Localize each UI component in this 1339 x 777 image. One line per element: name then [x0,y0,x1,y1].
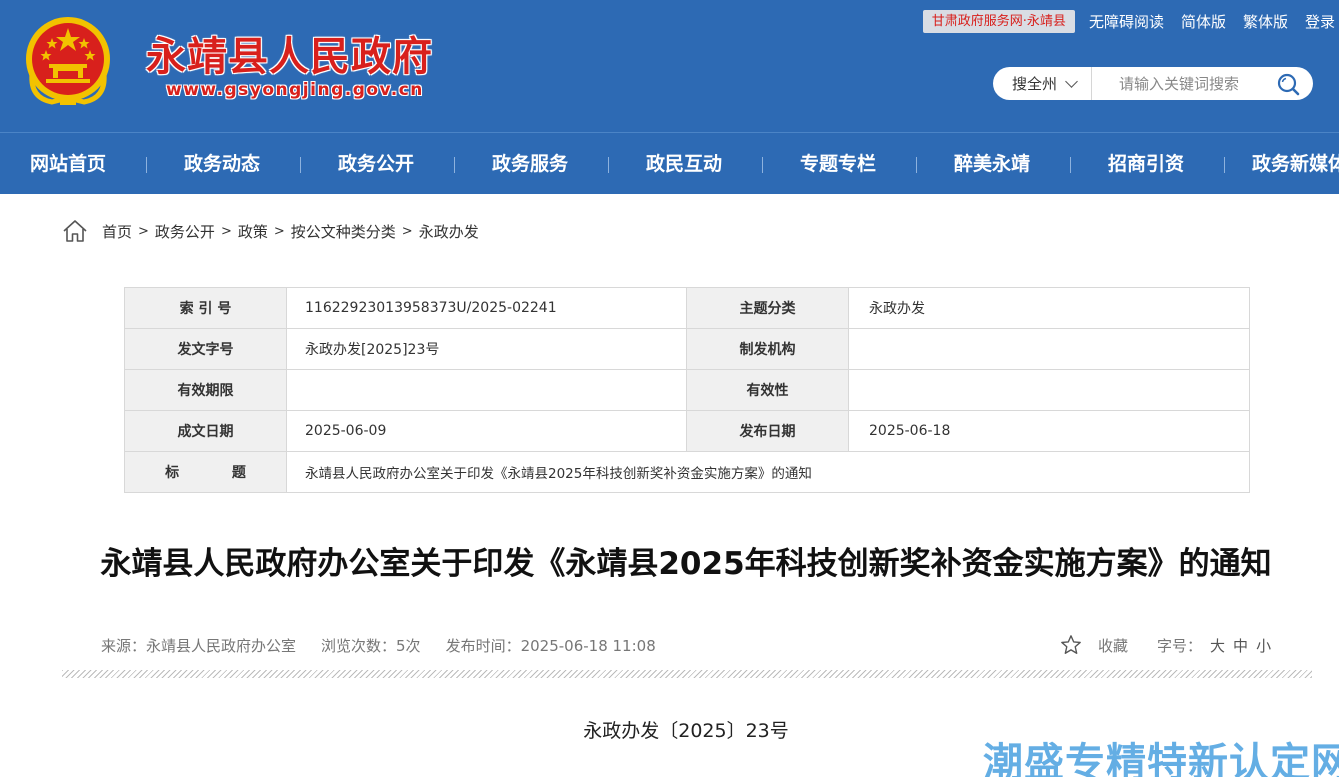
effectiveness-label: 有效性 [686,369,849,411]
written-date-label: 成文日期 [124,410,287,452]
table-row: 标 题 永靖县人民政府办公室关于印发《永靖县2025年科技创新奖补资金实施方案》… [124,451,1250,493]
table-row: 索 引 号 11622923013958373U/2025-02241 主题分类… [124,287,1250,329]
nav-interaction[interactable]: 政民互动 [646,133,722,195]
article-title: 永靖县人民政府办公室关于印发《永靖县2025年科技创新奖补资金实施方案》的通知 [100,546,1272,582]
publish-date-label: 发布日期 [686,410,849,452]
simplified-chinese-link[interactable]: 简体版 [1181,11,1226,32]
topic-value: 永政办发 [848,287,1250,329]
document-number-label: 发文字号 [124,328,287,370]
article-publish-time: 发布时间：2025-06-18 11:08 [445,636,656,655]
breadcrumb-disclosure[interactable]: 政务公开 [155,221,215,242]
nav-separator [300,157,301,173]
nav-home[interactable]: 网站首页 [30,133,106,195]
nav-separator [608,157,609,173]
breadcrumb-separator: > [138,223,149,239]
article-info-bar: 来源：永靖县人民政府办公室 浏览次数：5次 发布时间：2025-06-18 11… [101,633,681,657]
table-row: 发文字号 永政办发[2025]23号 制发机构 [124,328,1250,370]
index-number-label: 索 引 号 [124,287,287,329]
validity-period-value [286,369,687,411]
article-views: 浏览次数：5次 [321,636,421,655]
article-tools: 收藏 字号： 大 中 小 [1060,633,1271,657]
nav-separator [454,157,455,173]
watermark: 潮盛专精特新认定网 [983,740,1339,777]
star-icon[interactable] [1060,634,1082,656]
nav-separator [916,157,917,173]
main-nav: 网站首页 政务动态 政务公开 政务服务 政民互动 专题专栏 醉美永靖 招商引资 … [0,132,1339,194]
nav-news[interactable]: 政务动态 [184,133,260,195]
nav-separator [762,157,763,173]
font-size-large[interactable]: 大 [1210,635,1225,656]
nav-services[interactable]: 政务服务 [492,133,568,195]
site-title: 永靖县人民政府 [146,34,433,80]
nav-investment[interactable]: 招商引资 [1108,133,1184,195]
hatched-divider [62,670,1312,678]
nav-separator [1224,157,1225,173]
issuer-label: 制发机构 [686,328,849,370]
font-size-small[interactable]: 小 [1256,635,1271,656]
search-icon[interactable] [1276,72,1300,96]
breadcrumb-current[interactable]: 永政办发 [419,221,479,242]
title-value: 永靖县人民政府办公室关于印发《永靖县2025年科技创新奖补资金实施方案》的通知 [286,451,1250,493]
index-number-value: 11622923013958373U/2025-02241 [286,287,687,329]
nav-scenery[interactable]: 醉美永靖 [954,133,1030,195]
table-row: 有效期限 有效性 [124,369,1250,411]
nav-new-media[interactable]: 政务新媒体 [1252,133,1339,195]
traditional-chinese-link[interactable]: 繁体版 [1243,11,1288,32]
search-scope-label: 搜全州 [1012,75,1058,93]
home-icon[interactable] [62,219,88,243]
font-size-label: 字号： [1157,636,1203,655]
table-row: 成文日期 2025-06-09 发布日期 2025-06-18 [124,410,1250,452]
document-number-value: 永政办发[2025]23号 [286,328,687,370]
breadcrumb-doc-type[interactable]: 按公文种类分类 [291,221,396,242]
nav-separator [146,157,147,173]
breadcrumb: 首页 > 政务公开 > 政策 > 按公文种类分类 > 永政办发 [62,218,479,244]
portal-link[interactable]: 甘肃政府服务网·永靖县 [922,10,1075,33]
top-links: 甘肃政府服务网·永靖县 无障碍阅读 简体版 繁体版 登录 [922,10,1339,33]
nav-disclosure[interactable]: 政务公开 [338,133,414,195]
title-label: 标 题 [124,451,287,493]
login-link[interactable]: 登录 [1305,11,1335,32]
chevron-down-icon [1065,74,1078,88]
written-date-value: 2025-06-09 [286,410,687,452]
breadcrumb-separator: > [401,223,413,239]
breadcrumb-policy[interactable]: 政策 [238,221,268,242]
breadcrumb-home[interactable]: 首页 [102,221,132,242]
effectiveness-value [848,369,1250,411]
issuer-value [848,328,1250,370]
publish-date-value: 2025-06-18 [848,410,1250,452]
accessibility-link[interactable]: 无障碍阅读 [1089,11,1164,32]
search-scope-select[interactable]: 搜全州 [993,67,1092,100]
breadcrumb-separator: > [273,223,285,239]
document-metadata-table: 索 引 号 11622923013958373U/2025-02241 主题分类… [124,287,1250,493]
favorite-button[interactable]: 收藏 [1098,635,1128,656]
validity-period-label: 有效期限 [124,369,287,411]
search-input[interactable] [1092,68,1262,99]
article-source: 来源：永靖县人民政府办公室 [101,636,297,655]
site-url: www.gsyongjing.gov.cn [166,80,424,100]
topic-label: 主题分类 [686,287,849,329]
nav-topics[interactable]: 专题专栏 [800,133,876,195]
search-box: 搜全州 [993,67,1313,100]
site-header: 永靖县人民政府 www.gsyongjing.gov.cn 甘肃政府服务网·永靖… [0,0,1339,132]
breadcrumb-separator: > [220,223,232,239]
national-emblem-icon [26,17,110,105]
font-size-medium[interactable]: 中 [1233,635,1248,656]
nav-separator [1070,157,1071,173]
